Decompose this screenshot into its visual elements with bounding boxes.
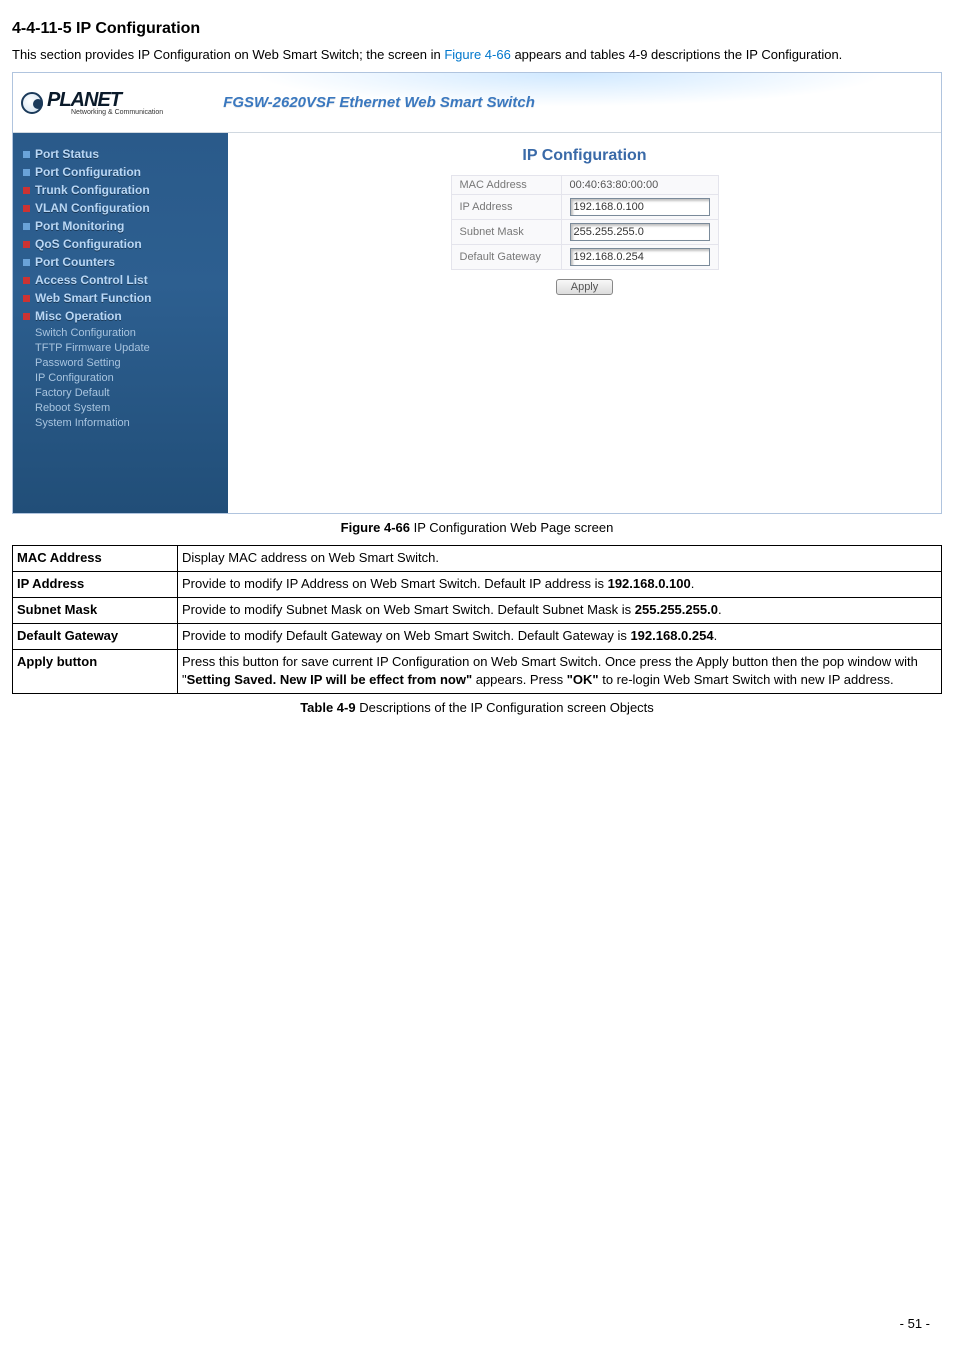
- subnav-tftp[interactable]: TFTP Firmware Update: [35, 342, 222, 354]
- table-caption-text: Descriptions of the IP Configuration scr…: [356, 700, 654, 715]
- figure-caption-num: Figure 4-66: [341, 520, 410, 535]
- nav-label: QoS Configuration: [35, 237, 142, 251]
- nav-web-smart[interactable]: Web Smart Function: [23, 291, 222, 305]
- desc-cell: Provide to modify Default Gateway on Web…: [178, 623, 942, 649]
- desc-value: 255.255.255.0: [635, 602, 718, 617]
- nav-label: Misc Operation: [35, 309, 122, 323]
- desc-cell: Display MAC address on Web Smart Switch.: [178, 546, 942, 572]
- bullet-icon: [23, 223, 30, 230]
- bullet-icon: [23, 259, 30, 266]
- desc-value: 192.168.0.100: [608, 576, 691, 591]
- table-row: Default Gateway Provide to modify Defaul…: [13, 623, 942, 649]
- product-title: FGSW-2620VSF Ethernet Web Smart Switch: [223, 94, 535, 111]
- bullet-icon: [23, 205, 30, 212]
- desc-text: appears. Press: [472, 672, 567, 687]
- intro-pre: This section provides IP Configuration o…: [12, 47, 444, 62]
- subnav: Switch Configuration TFTP Firmware Updat…: [35, 327, 222, 429]
- ip-label: IP Address: [451, 195, 561, 220]
- subnav-ip-config[interactable]: IP Configuration: [35, 372, 222, 384]
- bullet-icon: [23, 277, 30, 284]
- pane-title: IP Configuration: [522, 147, 646, 165]
- nav-acl[interactable]: Access Control List: [23, 273, 222, 287]
- nav-port-status[interactable]: Port Status: [23, 147, 222, 161]
- figure-caption: Figure 4-66 IP Configuration Web Page sc…: [12, 520, 942, 535]
- desc-text: Provide to modify Subnet Mask on Web Sma…: [182, 602, 635, 617]
- nav-port-config[interactable]: Port Configuration: [23, 165, 222, 179]
- nav-label: Port Monitoring: [35, 219, 124, 233]
- figure-link: Figure 4-66: [444, 47, 510, 62]
- nav-port-counters[interactable]: Port Counters: [23, 255, 222, 269]
- intro-post: appears and tables 4-9 descriptions the …: [511, 47, 842, 62]
- nav-label: VLAN Configuration: [35, 201, 150, 215]
- nav-label: Access Control List: [35, 273, 148, 287]
- ip-config-table: MAC Address 00:40:63:80:00:00 IP Address…: [451, 175, 719, 270]
- desc-cell: Provide to modify IP Address on Web Smar…: [178, 572, 942, 598]
- desc-text: .: [718, 602, 722, 617]
- desc-text: .: [691, 576, 695, 591]
- content-pane: IP Configuration MAC Address 00:40:63:80…: [228, 133, 941, 513]
- screenshot-container: PLANET Networking & Communication FGSW-2…: [12, 72, 942, 514]
- nav-label: Web Smart Function: [35, 291, 151, 305]
- nav-label: Port Status: [35, 147, 99, 161]
- bullet-icon: [23, 295, 30, 302]
- subnav-password[interactable]: Password Setting: [35, 357, 222, 369]
- subnav-system-info[interactable]: System Information: [35, 417, 222, 429]
- nav-trunk-config[interactable]: Trunk Configuration: [23, 183, 222, 197]
- table-row: Apply button Press this button for save …: [13, 649, 942, 694]
- bullet-icon: [23, 187, 30, 194]
- subnav-reboot[interactable]: Reboot System: [35, 402, 222, 414]
- obj-cell: Subnet Mask: [13, 597, 178, 623]
- screenshot-header: PLANET Networking & Communication FGSW-2…: [13, 73, 941, 133]
- logo-icon: [21, 92, 43, 114]
- nav-vlan-config[interactable]: VLAN Configuration: [23, 201, 222, 215]
- section-heading: 4-4-11-5 IP Configuration: [12, 20, 942, 38]
- obj-cell: MAC Address: [13, 546, 178, 572]
- desc-text: Provide to modify Default Gateway on Web…: [182, 628, 630, 643]
- obj-cell: IP Address: [13, 572, 178, 598]
- gw-input[interactable]: [570, 248, 710, 266]
- obj-cell: Default Gateway: [13, 623, 178, 649]
- desc-value: "OK": [567, 672, 599, 687]
- desc-cell: Press this button for save current IP Co…: [178, 649, 942, 694]
- desc-text: .: [714, 628, 718, 643]
- gw-label: Default Gateway: [451, 245, 561, 270]
- desc-text: Provide to modify IP Address on Web Smar…: [182, 576, 608, 591]
- table-row: Subnet Mask Provide to modify Subnet Mas…: [13, 597, 942, 623]
- bullet-icon: [23, 241, 30, 248]
- intro-paragraph: This section provides IP Configuration o…: [12, 46, 942, 64]
- logo-subtext: Networking & Communication: [71, 109, 163, 116]
- subnav-switch-config[interactable]: Switch Configuration: [35, 327, 222, 339]
- desc-value: 192.168.0.254: [630, 628, 713, 643]
- screenshot-body: Port Status Port Configuration Trunk Con…: [13, 133, 941, 513]
- nav-port-monitoring[interactable]: Port Monitoring: [23, 219, 222, 233]
- figure-caption-text: IP Configuration Web Page screen: [410, 520, 613, 535]
- nav-qos-config[interactable]: QoS Configuration: [23, 237, 222, 251]
- table-caption-num: Table 4-9: [300, 700, 355, 715]
- obj-cell: Apply button: [13, 649, 178, 694]
- nav-label: Port Counters: [35, 255, 115, 269]
- desc-text: to re-login Web Smart Switch with new IP…: [599, 672, 894, 687]
- sidebar: Port Status Port Configuration Trunk Con…: [13, 133, 228, 513]
- bullet-icon: [23, 169, 30, 176]
- bullet-icon: [23, 313, 30, 320]
- nav-label: Port Configuration: [35, 165, 141, 179]
- table-row: IP Address Provide to modify IP Address …: [13, 572, 942, 598]
- mac-label: MAC Address: [451, 176, 561, 195]
- apply-button[interactable]: Apply: [556, 279, 614, 295]
- nav-misc-operation[interactable]: Misc Operation: [23, 309, 222, 323]
- brand-logo: PLANET Networking & Communication: [21, 89, 163, 116]
- desc-value: Setting Saved. New IP will be effect fro…: [187, 672, 472, 687]
- nav-label: Trunk Configuration: [35, 183, 150, 197]
- bullet-icon: [23, 151, 30, 158]
- page-number: - 51 -: [900, 1316, 930, 1331]
- mac-value: 00:40:63:80:00:00: [561, 176, 718, 195]
- mask-input[interactable]: [570, 223, 710, 241]
- ip-input[interactable]: [570, 198, 710, 216]
- table-row: MAC Address Display MAC address on Web S…: [13, 546, 942, 572]
- subnav-factory-default[interactable]: Factory Default: [35, 387, 222, 399]
- table-caption: Table 4-9 Descriptions of the IP Configu…: [12, 700, 942, 715]
- mask-label: Subnet Mask: [451, 220, 561, 245]
- desc-cell: Provide to modify Subnet Mask on Web Sma…: [178, 597, 942, 623]
- description-table: MAC Address Display MAC address on Web S…: [12, 545, 942, 694]
